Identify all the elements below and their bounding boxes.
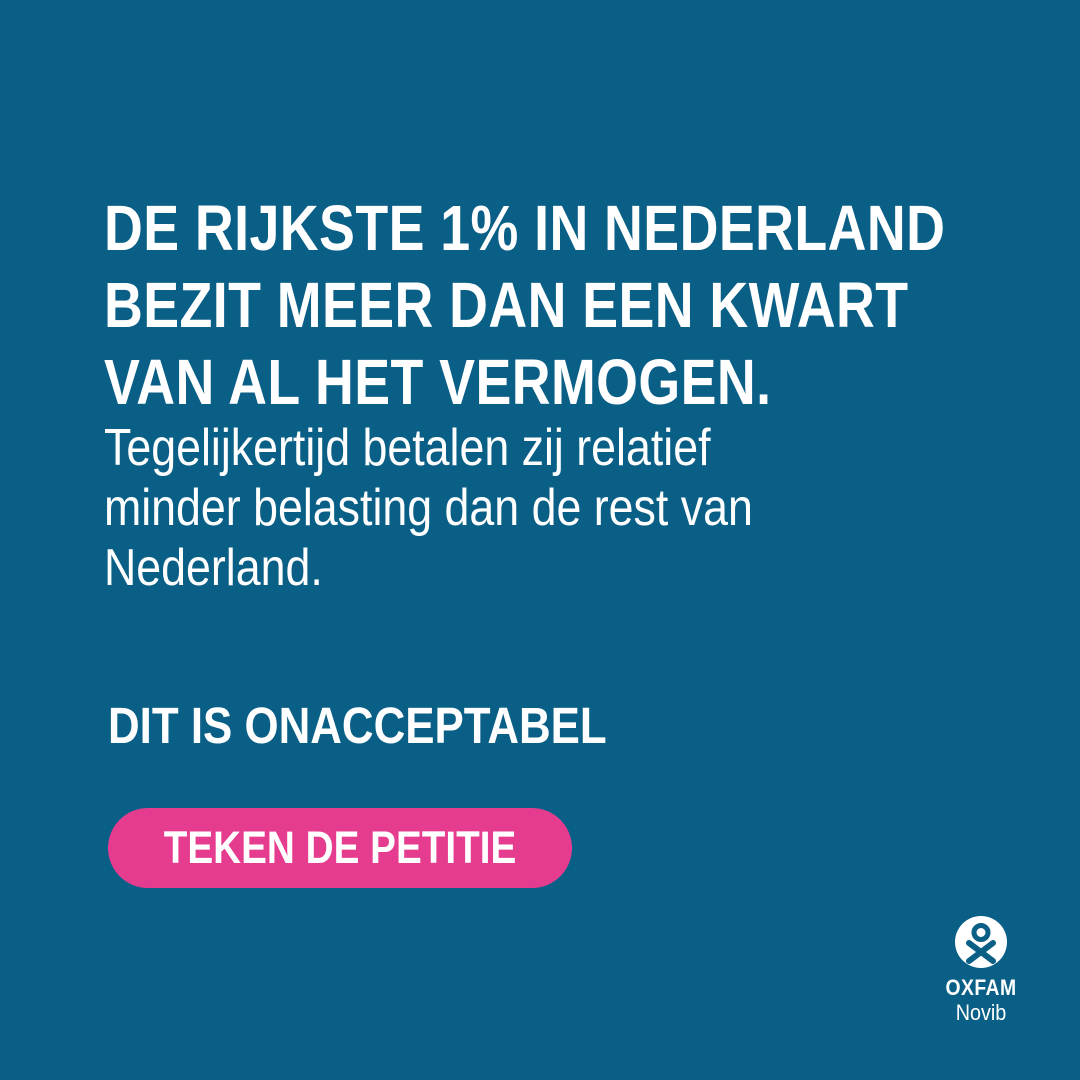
headline: DE RIJKSTE 1% IN NEDERLAND BEZIT MEER DA… [104, 190, 946, 421]
subtext: Tegelijkertijd betalen zij relatief mind… [104, 418, 878, 598]
statement-heading: DIT IS ONACCEPTABEL [108, 697, 607, 754]
subtext-line: Nederland. [104, 539, 323, 597]
subtext-line: Tegelijkertijd betalen zij relatief [104, 419, 711, 477]
oxfam-figure-icon [955, 916, 1007, 968]
oxfam-novib-logo: OXFAM Novib [936, 916, 1026, 1036]
sign-petition-button[interactable]: TEKEN DE PETITIE [108, 808, 572, 888]
subtext-line: minder belasting dan de rest van [104, 479, 753, 537]
headline-line: VAN AL HET VERMOGEN. [104, 346, 772, 418]
headline-line: DE RIJKSTE 1% IN NEDERLAND [104, 192, 946, 264]
logo-name: OXFAM [945, 975, 1017, 1000]
headline-line: BEZIT MEER DAN EEN KWART [104, 269, 909, 341]
logo-subname: Novib [955, 1000, 1007, 1025]
sign-petition-label: TEKEN DE PETITIE [163, 822, 517, 873]
